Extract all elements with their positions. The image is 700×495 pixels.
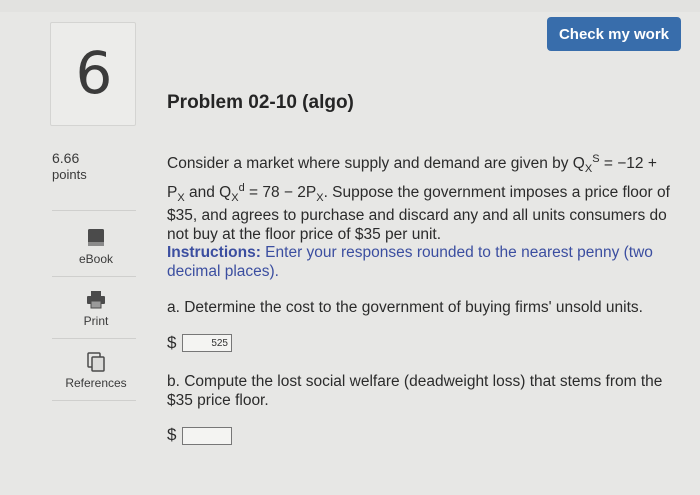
points-label: points [52, 167, 87, 182]
points-value: 6.66 [52, 150, 80, 166]
print-button[interactable]: Print [56, 290, 136, 328]
part-b-currency: $ [167, 425, 177, 444]
part-a-answer-input[interactable] [182, 334, 232, 352]
part-a-currency: $ [167, 333, 177, 352]
problem-title: Problem 02-10 (algo) [167, 92, 354, 113]
problem-text-part: P [167, 183, 178, 201]
print-label: Print [83, 314, 109, 328]
subscript: X [231, 191, 239, 204]
divider [52, 210, 136, 211]
part-b-answer-input[interactable] [182, 427, 232, 445]
problem-text-part: Consider a market where supply and deman… [167, 155, 585, 172]
book-icon [88, 229, 104, 246]
divider [52, 276, 136, 277]
part-b-question: b. Compute the lost social welfare (dead… [167, 373, 663, 409]
problem-text-part: = 78 − 2P [244, 183, 317, 201]
references-icon [87, 352, 105, 372]
ebook-button[interactable]: eBook [56, 228, 136, 266]
top-bar [0, 0, 700, 12]
instructions-label: Instructions: [167, 244, 261, 262]
problem-text-part: and Q [184, 183, 232, 201]
ebook-label: eBook [78, 252, 114, 266]
divider [52, 400, 136, 401]
subscript: X [177, 191, 185, 204]
problem-text-part: = −12 + [599, 155, 657, 172]
problem-text: Consider a market where supply and deman… [167, 150, 687, 281]
question-number: 6 [75, 39, 113, 107]
references-label: References [65, 376, 127, 390]
instructions: Instructions: Enter your responses round… [167, 244, 687, 281]
subscript: X [316, 191, 324, 204]
superscript: S [592, 153, 600, 165]
printer-icon [87, 291, 105, 309]
part-a-question: a. Determine the cost to the government … [167, 299, 643, 316]
check-my-work-button[interactable]: Check my work [547, 17, 681, 51]
divider [52, 338, 136, 339]
question-number-box: 6 [50, 22, 136, 126]
references-button[interactable]: References [56, 352, 136, 390]
